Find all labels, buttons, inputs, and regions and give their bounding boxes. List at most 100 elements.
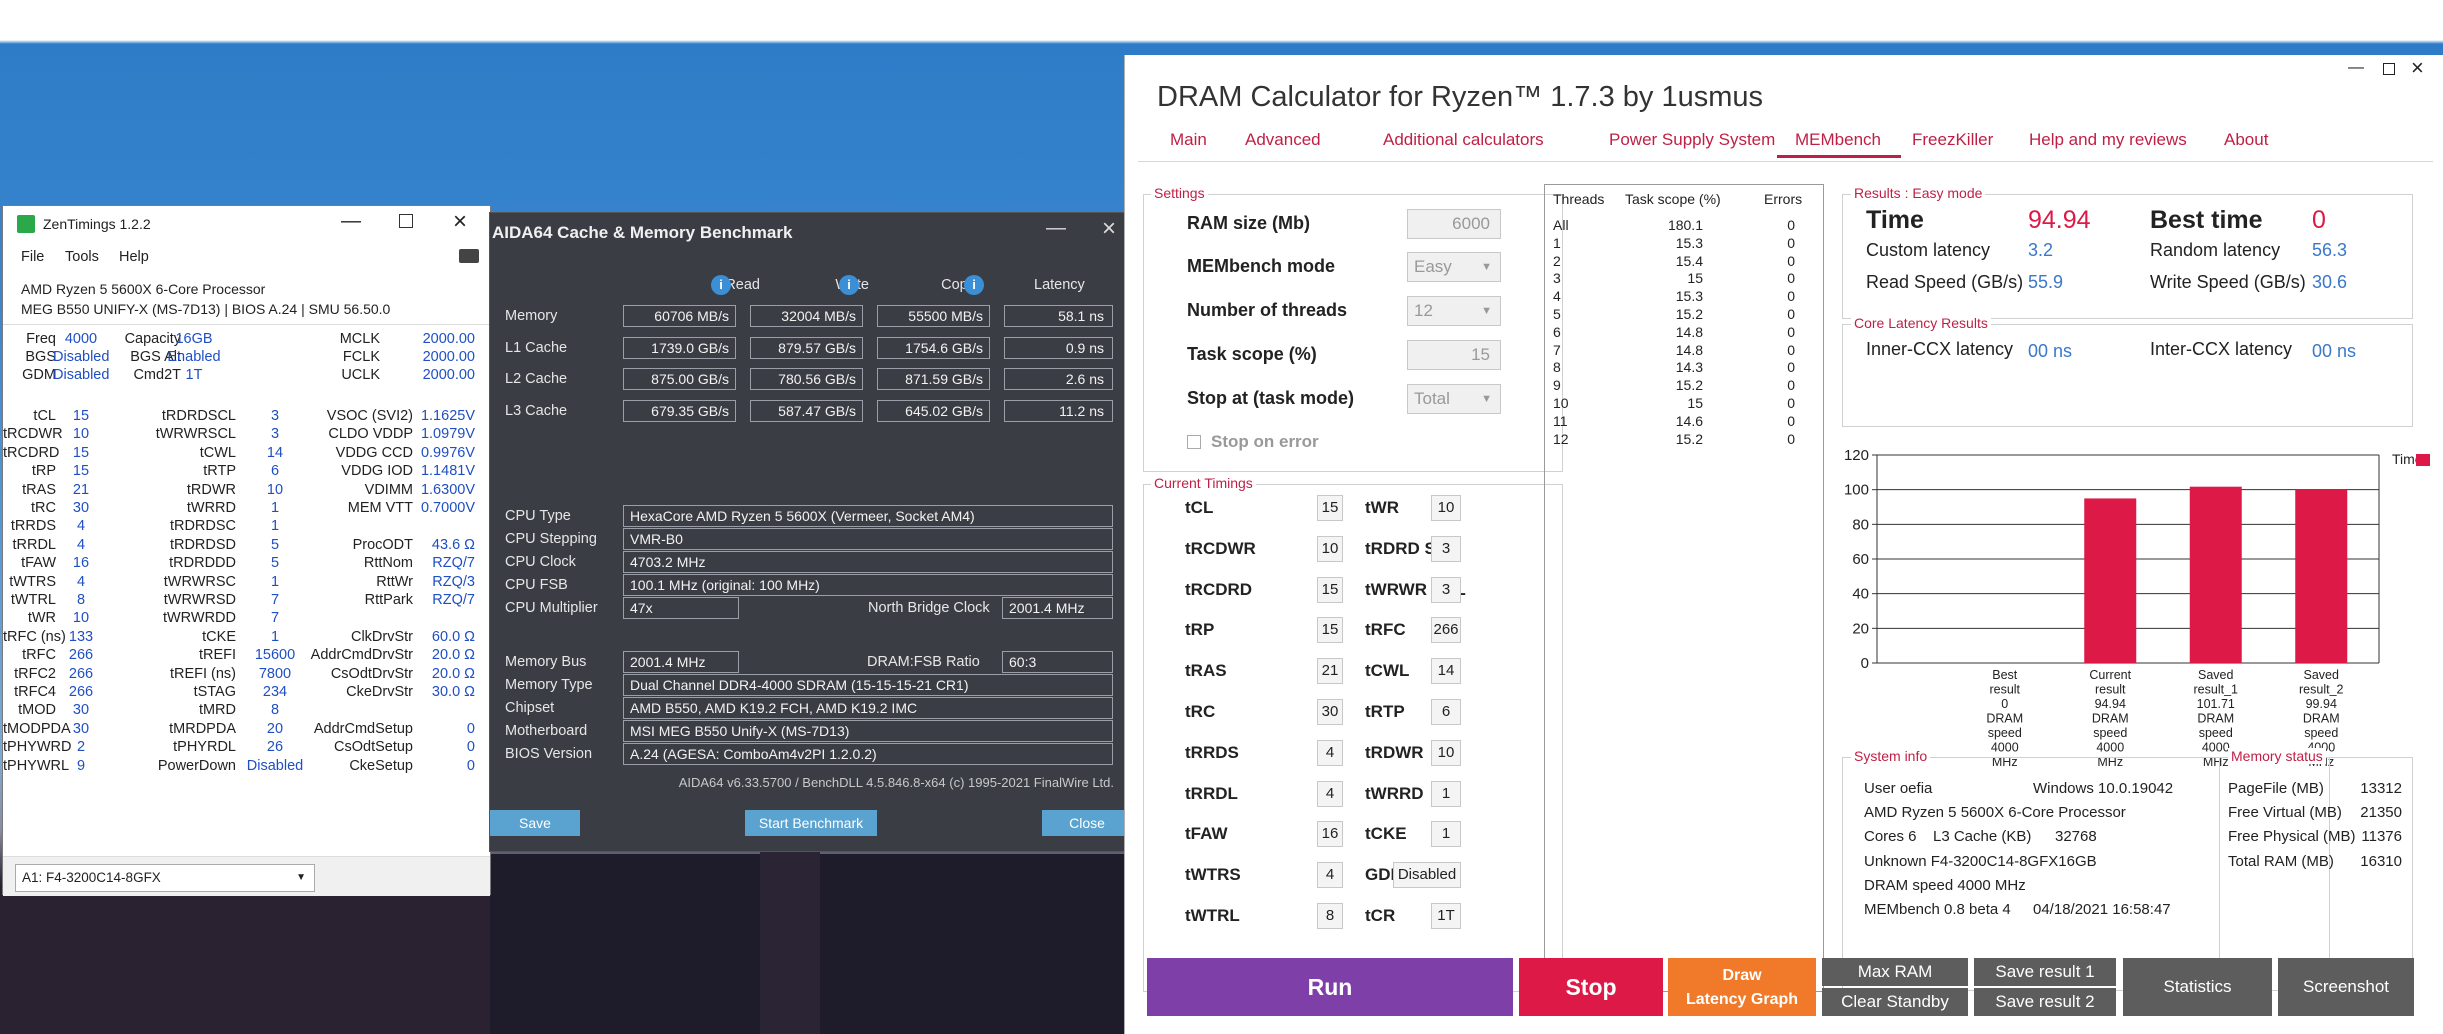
- task-scope-input[interactable]: 15: [1407, 340, 1501, 370]
- setting-label: CsOdtDrvStr: [330, 665, 413, 682]
- minimize-icon[interactable]: —: [2348, 59, 2364, 77]
- timing-value: 3: [1431, 576, 1461, 603]
- menu-tools[interactable]: Tools: [65, 249, 99, 265]
- setting-value: 2000.00: [422, 367, 475, 383]
- stop-on-error-checkbox[interactable]: [1187, 435, 1201, 449]
- timing-value: 14: [1431, 658, 1461, 685]
- start-benchmark-button[interactable]: Start Benchmark: [745, 810, 877, 836]
- mem-bus-label: Memory Bus: [505, 654, 587, 670]
- thread-scope: 15: [1687, 395, 1703, 411]
- task-scope-header: Task scope (%): [1625, 191, 1721, 207]
- free-physical-value: 11376: [2361, 828, 2402, 845]
- tab-membench[interactable]: MEMbench: [1795, 130, 1881, 150]
- timing-label: tRFC: [22, 647, 56, 664]
- x-tick-label: 4000: [1991, 741, 2019, 755]
- setting-value: 1.6300V: [420, 481, 475, 498]
- bench-row-label: Memory: [505, 308, 558, 324]
- info-icon[interactable]: i: [964, 275, 984, 295]
- zentimings-titlebar[interactable]: ZenTimings 1.2.2 — ×: [3, 206, 490, 242]
- ram-size-input[interactable]: 6000: [1407, 209, 1501, 239]
- timing-value: 16: [1317, 821, 1343, 848]
- free-virtual-value: 21350: [2360, 804, 2402, 821]
- timing-label: tMRDPDA: [169, 720, 236, 737]
- x-tick-label: 101.71: [2197, 697, 2235, 711]
- clear-standby-button[interactable]: Clear Standby: [1822, 988, 1968, 1016]
- close-icon[interactable]: ×: [453, 208, 467, 236]
- task-scope-label: Task scope (%): [1187, 344, 1317, 364]
- threads-select[interactable]: 12 ▼: [1407, 296, 1501, 326]
- max-ram-button[interactable]: Max RAM: [1822, 958, 1968, 986]
- timing-value: 15: [72, 408, 90, 424]
- timing-label: tRC: [1185, 702, 1216, 721]
- close-icon[interactable]: ×: [1102, 215, 1116, 243]
- aida64-window[interactable]: AIDA64 Cache & Memory Benchmark — × Read…: [489, 212, 1141, 852]
- timing-label: tRCDRD: [1185, 579, 1253, 599]
- close-button[interactable]: Close: [1042, 810, 1132, 836]
- cpu-type-value: HexaCore AMD Ryzen 5 5600X (Vermeer, Soc…: [623, 505, 1113, 527]
- save-button[interactable]: Save: [490, 810, 580, 836]
- info-icon[interactable]: i: [839, 275, 859, 295]
- latency-value: 11.2 ns: [1004, 399, 1113, 422]
- setting-value: 0.9976V: [420, 444, 475, 461]
- info-icon[interactable]: i: [711, 275, 731, 295]
- timing-label: tRTP: [1365, 702, 1405, 721]
- cpu-fsb-label: CPU FSB: [505, 577, 568, 593]
- stop-at-select[interactable]: Total ▼: [1407, 384, 1501, 414]
- setting-label: VSOC (SVI2): [326, 408, 413, 424]
- minimize-icon[interactable]: —: [341, 210, 361, 233]
- tab-about[interactable]: About: [2224, 130, 2268, 150]
- setting-value: 1.1481V: [420, 463, 475, 480]
- dram-calculator-window[interactable]: — × DRAM Calculator for Ryzen™ 1.7.3 by …: [1124, 55, 2443, 1034]
- screenshot-button[interactable]: Screenshot: [2278, 958, 2414, 1016]
- zentimings-window[interactable]: ZenTimings 1.2.2 — × File Tools Help AMD…: [2, 205, 491, 896]
- timing-label: tPHYWRL: [3, 757, 70, 774]
- tab-freezkiller[interactable]: FreezKiller: [1912, 130, 1993, 150]
- stop-button[interactable]: Stop: [1519, 958, 1663, 1016]
- timing-value: 10: [1431, 739, 1461, 766]
- membench-mode-select[interactable]: Easy ▼: [1407, 252, 1501, 282]
- timing-label: tMRD: [198, 702, 236, 719]
- tab-power-supply-system[interactable]: Power Supply System: [1609, 130, 1775, 150]
- motherboard-value: MSI MEG B550 Unify-X (MS-7D13): [623, 720, 1113, 742]
- dimm-select-value: A1: F4-3200C14-8GFX: [22, 870, 161, 885]
- tab-advanced[interactable]: Advanced: [1245, 130, 1321, 150]
- latency-value: 0.9 ns: [1004, 336, 1113, 359]
- run-button[interactable]: Run: [1147, 958, 1513, 1016]
- close-icon[interactable]: ×: [2411, 55, 2424, 81]
- chevron-down-icon: ▼: [1481, 305, 1492, 317]
- thread-id: 2: [1553, 252, 1561, 269]
- dimm-select[interactable]: A1: F4-3200C14-8GFX ▼: [15, 864, 315, 892]
- maximize-icon[interactable]: [399, 214, 413, 228]
- tab-main[interactable]: Main: [1170, 130, 1207, 150]
- draw-latency-graph-button[interactable]: Draw Latency Graph: [1668, 958, 1816, 1016]
- minimize-icon[interactable]: —: [1046, 217, 1066, 240]
- setting-label: RttNom: [363, 555, 413, 572]
- camera-icon[interactable]: [459, 249, 479, 263]
- statistics-button[interactable]: Statistics: [2123, 958, 2272, 1016]
- y-tick-label: 80: [1852, 516, 1869, 533]
- timing-value: 10: [1431, 495, 1461, 521]
- timing-label: tWRRD: [1365, 783, 1424, 803]
- save-result-1-button[interactable]: Save result 1: [1974, 958, 2116, 986]
- timing-label: tFAW: [1185, 824, 1228, 844]
- board-info: MEG B550 UNIFY-X (MS-7D13) | BIOS A.24 |…: [21, 301, 391, 317]
- tab-help-reviews[interactable]: Help and my reviews: [2029, 130, 2187, 150]
- ram-size-label: RAM size (Mb): [1187, 213, 1310, 233]
- save-result-2-button[interactable]: Save result 2: [1974, 988, 2116, 1016]
- timing-value: 4: [76, 573, 86, 590]
- timing-value: Disabled: [1393, 862, 1461, 889]
- setting-value: 30.0 Ω: [431, 684, 475, 700]
- maximize-icon[interactable]: [2383, 63, 2395, 75]
- thread-id: 8: [1553, 359, 1561, 376]
- timing-label: tRCDWR: [3, 426, 63, 443]
- cpu-value: AMD Ryzen 5 5600X 6-Core Processor: [1864, 804, 2126, 821]
- menu-file[interactable]: File: [21, 249, 44, 265]
- timing-label: tWRRD: [186, 500, 236, 516]
- timing-label: tRRDL: [12, 536, 56, 553]
- x-tick-label: speed: [2093, 726, 2127, 740]
- timing-label: tRDWR: [1365, 742, 1424, 762]
- setting-value: 43.6 Ω: [431, 536, 475, 553]
- thread-id: 6: [1553, 323, 1561, 340]
- menu-help[interactable]: Help: [119, 249, 149, 265]
- tab-additional-calculators[interactable]: Additional calculators: [1383, 130, 1544, 150]
